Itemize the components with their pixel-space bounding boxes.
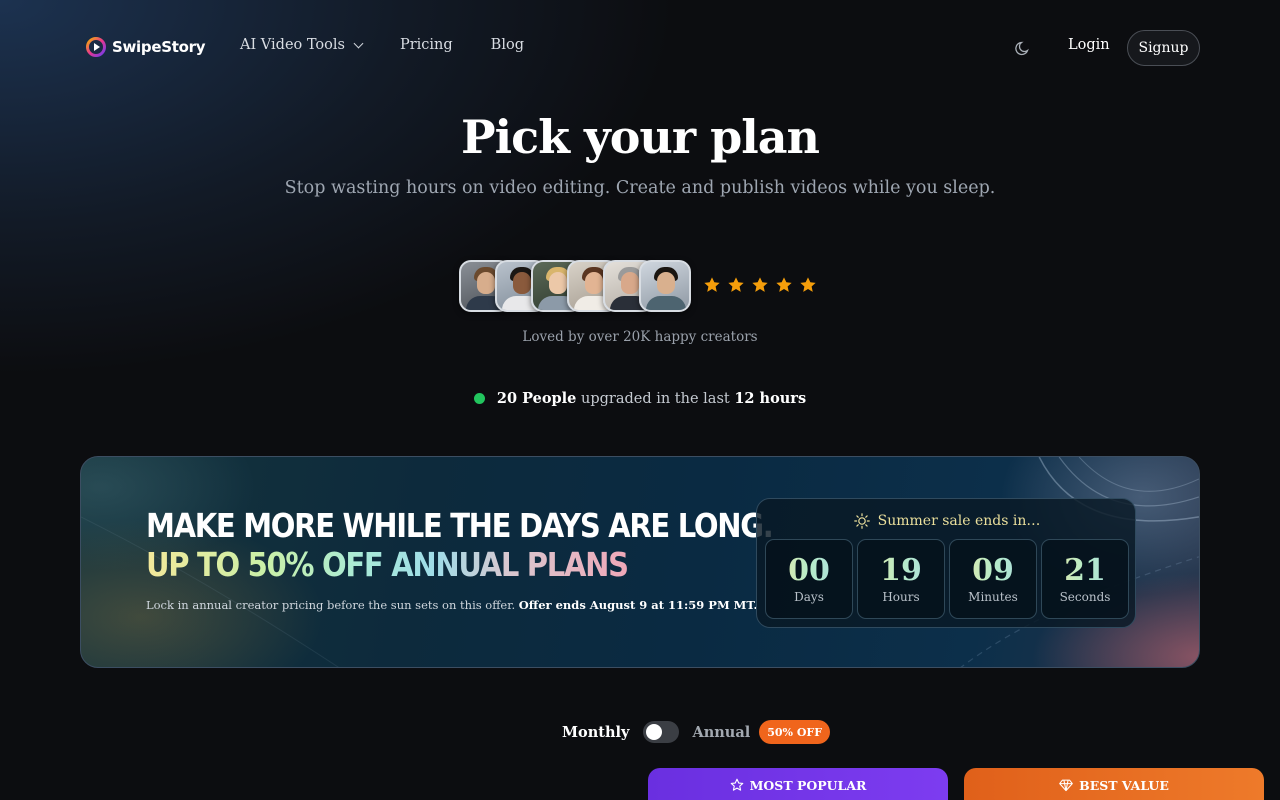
rating-stars xyxy=(703,276,817,294)
banner-highlight: UP TO 50% OFF ANNUAL PLANS xyxy=(146,545,629,584)
discount-badge: 50% OFF xyxy=(759,720,831,744)
banner-description-text: Lock in annual creator pricing before th… xyxy=(146,598,516,612)
nav-link-label: Pricing xyxy=(399,37,453,53)
most-popular-banner: MOST POPULAR xyxy=(648,768,948,800)
upgrade-text: upgraded in the last xyxy=(580,391,730,407)
star-outline-icon xyxy=(730,778,743,791)
best-value-banner: BEST VALUE xyxy=(964,768,1264,800)
upgrade-period: 12 hours xyxy=(734,390,807,407)
countdown-value: 21 xyxy=(1042,554,1128,588)
billing-monthly-label[interactable]: Monthly xyxy=(562,724,629,741)
countdown-value: 19 xyxy=(858,554,944,588)
countdown-title: Summer sale ends in… xyxy=(877,513,1041,529)
banner-description: Lock in annual creator pricing before th… xyxy=(146,598,758,612)
logo-text: SwipeStory xyxy=(112,38,206,56)
summer-sale-banner: MAKE MORE WHILE THE DAYS ARE LONG. UP TO… xyxy=(80,456,1200,668)
top-nav: SwipeStory AI Video Tools Pricing Blog L… xyxy=(0,0,1280,94)
banner-headline: MAKE MORE WHILE THE DAYS ARE LONG. xyxy=(146,506,774,545)
diamond-icon xyxy=(1059,779,1073,792)
avatar xyxy=(639,260,691,312)
best-value-label: BEST VALUE xyxy=(1079,778,1169,793)
creator-avatars xyxy=(459,260,691,312)
nav-link-pricing[interactable]: Pricing xyxy=(400,37,453,53)
countdown-label: Hours xyxy=(882,590,920,604)
logo-icon xyxy=(86,37,106,57)
nav-link-label: Blog xyxy=(490,37,524,53)
offer-end-text: Offer ends August 9 at 11:59 PM MT. xyxy=(518,598,758,612)
page-title: Pick your plan xyxy=(461,110,820,164)
most-popular-label: MOST POPULAR xyxy=(749,778,867,793)
countdown-label: Days xyxy=(794,590,824,604)
nav-link-label: AI Video Tools xyxy=(240,37,345,53)
page-subtitle: Stop wasting hours on video editing. Cre… xyxy=(284,178,996,198)
nav-link-blog[interactable]: Blog xyxy=(491,37,524,53)
countdown-value: 00 xyxy=(766,554,852,588)
billing-toggle: Monthly Annual 50% OFF xyxy=(562,720,831,744)
chevron-down-icon xyxy=(353,38,364,48)
star-icon xyxy=(728,277,744,292)
logo[interactable]: SwipeStory xyxy=(86,36,205,58)
countdown-hours: 19 Hours xyxy=(857,539,945,619)
billing-switch[interactable] xyxy=(643,721,680,743)
billing-annual-label[interactable]: Annual xyxy=(692,724,750,741)
signup-button[interactable]: Signup xyxy=(1127,30,1200,66)
nav-link-ai-video-tools[interactable]: AI Video Tools xyxy=(240,37,364,53)
moon-icon[interactable] xyxy=(1013,38,1033,58)
countdown-seconds: 21 Seconds xyxy=(1041,539,1129,619)
countdown-minutes: 09 Minutes xyxy=(949,539,1037,619)
login-link[interactable]: Login xyxy=(1068,37,1110,53)
star-icon xyxy=(800,277,816,292)
upgrade-count: 20 People xyxy=(496,390,577,407)
live-dot-icon xyxy=(473,393,485,404)
star-icon xyxy=(776,277,792,292)
countdown-days: 00 Days xyxy=(765,539,853,619)
social-proof-text: Loved by over 20K happy creators xyxy=(522,329,758,345)
star-icon xyxy=(752,277,768,292)
countdown-timer: Summer sale ends in… 00 Days 19 Hours 09… xyxy=(756,498,1136,628)
switch-knob xyxy=(646,724,663,740)
countdown-value: 09 xyxy=(950,554,1036,588)
recent-upgrades: 20 People upgraded in the last 12 hours xyxy=(0,390,1280,407)
star-icon xyxy=(704,277,720,292)
countdown-label: Minutes xyxy=(968,590,1018,604)
countdown-label: Seconds xyxy=(1059,590,1111,604)
sun-icon xyxy=(853,513,870,529)
